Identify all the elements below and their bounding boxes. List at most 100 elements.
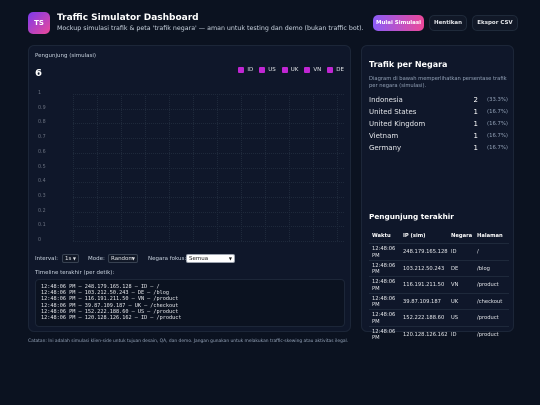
- grid-line-vertical: [193, 94, 194, 241]
- cell-ip: 103.212.50.243: [403, 265, 445, 272]
- grid-line-vertical: [121, 94, 122, 241]
- y-tick-label: 0.6: [38, 149, 46, 155]
- table-row-divider: [369, 259, 509, 261]
- focus-country-select[interactable]: Semua ▼: [186, 254, 235, 263]
- table-header-time: Waktu: [372, 233, 391, 239]
- footer-note: Catatan: Ini adalah simulasi klien-side …: [28, 339, 349, 344]
- cell-ip: 116.191.211.50: [403, 282, 445, 288]
- interval-select[interactable]: 1s ▼: [62, 254, 79, 263]
- mode-value: Random: [111, 255, 134, 262]
- country-percent: (33.3%): [487, 97, 508, 103]
- cell-page: /blog: [477, 265, 490, 272]
- timeline-log[interactable]: 12:48:06 PM — 248.179.165.128 — ID — / 1…: [35, 279, 345, 327]
- legend-item-vn[interactable]: VN: [304, 67, 321, 73]
- legend-label: UK: [290, 67, 299, 73]
- country-count: 1: [473, 144, 478, 152]
- cell-time: 12:48:06 PM: [372, 328, 396, 342]
- legend-swatch: [304, 67, 311, 73]
- legend-label: VN: [313, 67, 322, 73]
- focus-country-label: Negara fokus:: [148, 256, 187, 262]
- legend-swatch: [327, 67, 334, 73]
- country-count: 1: [473, 120, 478, 128]
- grid-line-vertical: [265, 94, 266, 241]
- country-count: 1: [473, 132, 478, 140]
- country-percent: (16.7%): [487, 109, 508, 115]
- country-percent: (16.7%): [487, 145, 508, 151]
- interval-label: Interval:: [35, 256, 58, 262]
- cell-ip: 120.128.126.162: [403, 331, 448, 338]
- y-tick-label: 0.5: [38, 164, 46, 170]
- mode-select[interactable]: Random ▼: [108, 254, 138, 263]
- country-row: Germany 1 (16.7%): [369, 144, 508, 153]
- start-simulation-button[interactable]: Mulai Simulasi: [373, 15, 424, 31]
- grid-line: [73, 196, 344, 198]
- table-row-divider: [369, 292, 509, 294]
- country-traffic-panel: Trafik per Negara Diagram di bawah mempe…: [361, 45, 514, 341]
- grid-line: [73, 94, 344, 95]
- cell-time: 12:48:06 PM: [372, 246, 396, 259]
- country-percent: (16.7%): [487, 121, 508, 127]
- cell-ip: 39.87.109.187: [403, 298, 441, 305]
- visitors-count: 6: [35, 68, 42, 79]
- recent-visitors-title: Pengunjung terakhir: [369, 212, 454, 221]
- y-tick-label: 0.7: [38, 135, 46, 141]
- cell-country: VN: [451, 282, 459, 288]
- y-tick-label: 0.4: [38, 179, 46, 185]
- table-header-page: Halaman: [477, 233, 503, 239]
- chart-controls: Interval: 1s ▼ Mode: Random ▼ Negara fok…: [35, 254, 345, 264]
- y-tick-label: 0: [38, 238, 42, 243]
- cell-time: 12:48:06 PM: [372, 262, 396, 276]
- country-traffic-description: Diagram di bawah memperlihatkan persenta…: [369, 76, 507, 89]
- stop-button[interactable]: Hentikan: [429, 15, 467, 31]
- cell-ip: 152.222.188.60: [403, 315, 445, 321]
- legend-item-uk[interactable]: UK: [281, 67, 299, 73]
- app-title: Traffic Simulator Dashboard: [57, 13, 199, 23]
- grid-line: [73, 182, 344, 184]
- y-tick-label: 0.2: [38, 208, 46, 214]
- export-csv-button[interactable]: Ekspor CSV: [472, 15, 518, 31]
- cell-time: 12:48:06 PM: [372, 312, 396, 325]
- cell-country: US: [451, 315, 459, 321]
- country-name: Indonesia: [369, 96, 403, 104]
- legend-swatch: [259, 67, 266, 73]
- visitors-panel: Pengunjung (simulasi) 6 ID US UK VN DE 1…: [28, 45, 351, 332]
- cell-country: ID: [451, 249, 457, 255]
- table-row-divider: [369, 243, 509, 244]
- visitors-label: Pengunjung (simulasi): [35, 53, 97, 59]
- cell-country: UK: [451, 298, 459, 305]
- cell-page: /: [477, 249, 479, 255]
- legend-label: ID: [247, 67, 254, 73]
- cell-country: DE: [451, 265, 459, 272]
- timeline-label: Timeline terakhir (per detik):: [35, 270, 115, 276]
- cell-page: /checkout: [477, 298, 503, 305]
- country-name: United Kingdom: [369, 120, 426, 128]
- country-row: Indonesia 2 (33.3%): [369, 96, 508, 105]
- cell-time: 12:48:06 PM: [372, 279, 396, 292]
- y-tick-label: 0.1: [38, 223, 46, 229]
- grid-line-vertical: [217, 94, 218, 241]
- cell-time: 12:48:06 PM: [372, 295, 396, 309]
- grid-line: [73, 152, 344, 154]
- country-percent: (16.7%): [487, 133, 508, 139]
- legend-swatch: [238, 67, 245, 73]
- grid-line: [73, 211, 344, 213]
- table-row-divider: [369, 325, 509, 327]
- app-subtitle: Mockup simulasi trafik & peta 'trafik ne…: [57, 25, 364, 32]
- chevron-down-icon: ▼: [72, 256, 76, 261]
- cell-page: /product: [477, 331, 499, 338]
- y-tick-label: 0.8: [38, 120, 46, 126]
- interval-value: 1s: [65, 255, 72, 262]
- legend-label: US: [268, 67, 276, 73]
- legend-item-de[interactable]: DE: [327, 67, 344, 73]
- legend-item-us[interactable]: US: [259, 67, 276, 73]
- table-header-country: Negara: [451, 233, 473, 239]
- grid-line-vertical: [241, 94, 242, 241]
- y-tick-label: 1: [38, 91, 42, 96]
- grid-line: [73, 108, 344, 110]
- country-traffic-title: Trafik per Negara: [369, 60, 448, 69]
- legend-item-id[interactable]: ID: [238, 67, 253, 73]
- table-row-divider: [369, 276, 509, 277]
- cell-ip: 248.179.165.128: [403, 249, 448, 255]
- country-name: Germany: [369, 144, 402, 152]
- grid-line-vertical: [337, 94, 338, 241]
